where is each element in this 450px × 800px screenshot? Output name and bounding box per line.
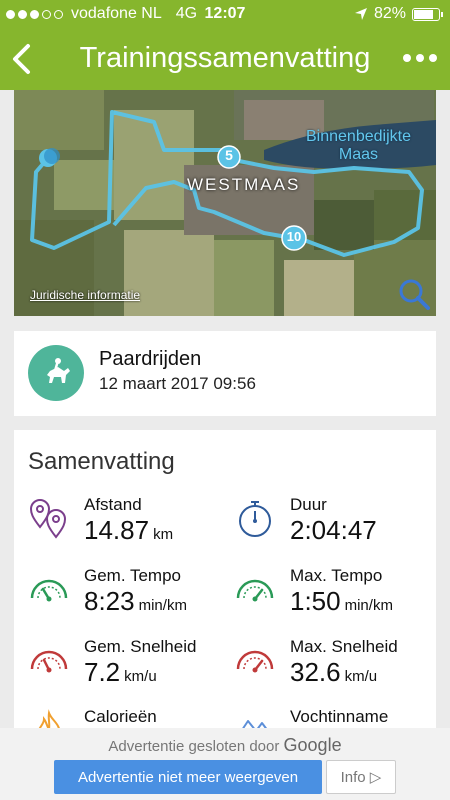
activity-name: Paardrijden [99, 348, 202, 370]
stat-avg-speed-unit: km/u [124, 668, 157, 685]
stat-calories-label: Calorieën [84, 707, 157, 726]
tempo-gauge-icon [30, 579, 68, 602]
ad-closed-text: Advertentie gesloten door Google [0, 735, 450, 756]
activity-date: 12 maart 2017 09:56 [99, 374, 256, 393]
google-logo: Google [283, 735, 342, 755]
horse-riding-icon [28, 345, 84, 401]
app-header: vodafone NL 4G 12:07 82% Trainingssamenv… [0, 0, 450, 90]
stat-avg-pace: Gem. Tempo 8:23 min/km [28, 566, 228, 630]
stat-distance-value-row: 14.87 km [84, 515, 173, 546]
stat-avg-pace-value-row: 8:23 min/km [84, 586, 187, 617]
stat-avg-pace-label: Gem. Tempo [84, 566, 182, 585]
map-water-label: Binnenbedijkte Maas [306, 128, 411, 164]
stat-duration: Duur 2:04:47 [234, 495, 434, 559]
km-marker-5-label: 5 [225, 147, 233, 163]
stat-max-pace-unit: min/km [344, 597, 393, 614]
stat-max-speed-label: Max. Snelheid [290, 637, 398, 656]
speed-gauge-icon [236, 650, 274, 673]
stat-duration-value: 2:04:47 [290, 515, 377, 545]
status-bar: vodafone NL 4G 12:07 82% [0, 0, 450, 30]
stat-max-speed: Max. Snelheid 32.6 km/u [234, 637, 434, 701]
stat-avg-pace-value: 8:23 [84, 586, 135, 616]
stat-avg-pace-unit: min/km [138, 597, 187, 614]
route-map[interactable]: WESTMAAS Binnenbedijkte Maas 5 10 Juridi… [14, 90, 436, 316]
stat-max-pace-value: 1:50 [290, 586, 341, 616]
legal-info-link[interactable]: Juridische informatie [30, 288, 140, 302]
stat-avg-speed: Gem. Snelheid 7.2 km/u [28, 637, 228, 701]
stopwatch-icon [239, 501, 271, 537]
page-title: Trainingssamenvatting [79, 42, 371, 74]
stat-hydration-label: Vochtinname [290, 707, 389, 726]
stat-distance-unit: km [153, 526, 174, 543]
battery-percentage: 82% [373, 5, 406, 22]
activity-card[interactable]: Paardrijden 12 maart 2017 09:56 [14, 331, 436, 416]
stat-duration-label: Duur [290, 495, 327, 514]
summary-card: Samenvatting Afstand 14.87 km Duur 2:04:4… [14, 430, 436, 740]
stat-max-pace-value-row: 1:50 min/km [290, 586, 393, 617]
stat-max-speed-value-row: 32.6 km/u [290, 657, 377, 688]
nav-bar: Trainingssamenvatting [0, 30, 450, 90]
battery-icon [412, 7, 443, 21]
stat-distance-value: 14.87 [84, 515, 150, 545]
stat-max-speed-value: 32.6 [290, 657, 341, 687]
stop-showing-ad-button[interactable]: Advertentie niet meer weergeven [54, 760, 322, 794]
stat-max-pace-label: Max. Tempo [290, 566, 383, 585]
stat-max-pace: Max. Tempo 1:50 min/km [234, 566, 434, 630]
map-water-label-line1: Binnenbedijkte [306, 128, 411, 145]
more-options-icon[interactable] [402, 46, 438, 70]
speed-gauge-icon [30, 650, 68, 673]
stat-avg-speed-value-row: 7.2 km/u [84, 657, 157, 688]
summary-title: Samenvatting [28, 448, 175, 475]
ad-closed-label: Advertentie gesloten door [108, 738, 280, 755]
km-marker-10-label: 10 [286, 229, 302, 244]
stat-distance-label: Afstand [84, 495, 142, 514]
location-pins-icon [29, 499, 67, 539]
stat-avg-speed-value: 7.2 [84, 657, 121, 687]
stat-max-speed-unit: km/u [344, 668, 378, 685]
map-town-label: WESTMAAS [187, 175, 301, 194]
stat-distance: Afstand 14.87 km [28, 495, 228, 559]
ad-info-button[interactable]: Info ▷ [326, 760, 396, 794]
magnifier-icon[interactable] [396, 276, 432, 312]
ad-banner: Advertentie gesloten door Google Adverte… [0, 728, 450, 800]
tempo-gauge-icon [236, 579, 274, 602]
stat-duration-value-row: 2:04:47 [290, 515, 377, 546]
location-arrow-icon [354, 8, 367, 20]
satellite-map-image [14, 90, 436, 316]
map-water-label-line2: Maas [338, 146, 379, 163]
stat-avg-speed-label: Gem. Snelheid [84, 637, 197, 656]
